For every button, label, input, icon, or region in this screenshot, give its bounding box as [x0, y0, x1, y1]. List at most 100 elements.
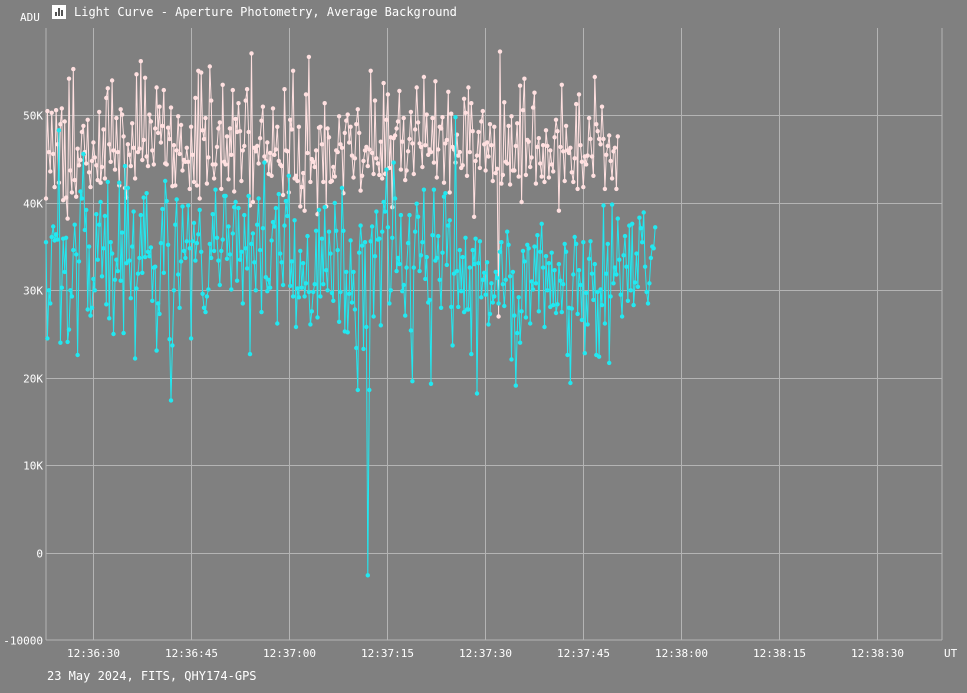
series-2-point	[311, 289, 316, 295]
x-tick-label: 12:37:45	[557, 647, 610, 660]
series-2-point	[644, 289, 649, 295]
series-1-point	[107, 142, 112, 147]
y-tick-label: 0	[36, 548, 43, 561]
series-1-point	[75, 146, 80, 151]
series-1-point	[440, 115, 445, 120]
series-1-point	[546, 175, 552, 180]
series-2-point	[46, 288, 52, 293]
series-1-point	[555, 129, 560, 134]
series-2-point	[78, 189, 83, 194]
series-2-point	[449, 304, 454, 310]
chart-icon[interactable]	[52, 5, 66, 19]
series-2-point	[249, 241, 254, 247]
series-1-point	[59, 106, 64, 111]
series-2-point	[130, 244, 135, 249]
series-1-point	[470, 129, 475, 134]
series-2-point	[382, 209, 388, 214]
series-2-point	[48, 301, 53, 306]
series-2-point	[328, 251, 333, 256]
series-1-point	[211, 176, 217, 181]
series-1-point	[463, 110, 468, 116]
series-1-point	[279, 163, 284, 169]
series-1-point	[230, 87, 235, 93]
series-2-point	[530, 287, 536, 292]
series-2-point	[111, 331, 116, 337]
series-2-point	[191, 220, 197, 226]
series-1-point	[232, 189, 237, 194]
series-2-point	[217, 282, 222, 288]
series-2-point	[483, 292, 488, 297]
series-2-point	[276, 191, 281, 197]
series-1-point	[378, 139, 383, 144]
series-2-point	[592, 261, 597, 267]
series-1-point	[381, 80, 386, 86]
series-2-point	[572, 234, 577, 240]
series-2-point	[555, 302, 560, 307]
series-1-point	[607, 133, 612, 138]
series-1-point	[562, 178, 567, 184]
y-axis-labels: 50K 40K 30K 20K 10K 0 -10000	[3, 110, 43, 648]
series-1-point	[52, 184, 57, 190]
series-2-point	[482, 270, 487, 275]
series-2-point	[480, 277, 485, 282]
series-1-point	[161, 87, 166, 93]
series-1-point	[536, 136, 541, 141]
series-2-point	[348, 238, 353, 243]
series-1-point	[288, 117, 293, 123]
series-2-point	[405, 240, 411, 246]
series-1-point	[186, 159, 191, 164]
x-axis-unit-label: UT	[944, 647, 958, 660]
series-2-point	[453, 115, 458, 120]
series-1-point	[217, 120, 222, 125]
series-2-point	[244, 266, 250, 271]
series-2-point	[440, 250, 445, 255]
series-2-point	[135, 271, 141, 276]
series-1-point	[332, 174, 337, 179]
series-2-point	[611, 281, 616, 286]
series-2-point	[184, 239, 189, 244]
series-2-point	[588, 239, 593, 244]
series-1-point	[473, 158, 478, 164]
series-2-point	[390, 235, 395, 240]
series-2-point	[397, 261, 402, 267]
series-2-point	[631, 302, 636, 308]
series-2-point	[477, 239, 483, 244]
series-2-point	[302, 294, 307, 299]
series-2-point	[538, 249, 543, 254]
series-1-point	[460, 163, 465, 168]
series-2-point	[334, 228, 339, 233]
series-2-point	[293, 324, 299, 330]
series-2-point	[55, 237, 60, 242]
series-1-point	[494, 166, 500, 171]
series-1-point	[289, 127, 294, 132]
series-2-point	[51, 224, 56, 229]
series-2-point	[395, 255, 401, 261]
series-1-point	[430, 115, 435, 121]
series-2-point	[619, 314, 625, 319]
series-2-point	[528, 321, 533, 326]
series-2-point	[164, 198, 169, 204]
series-2-point	[53, 232, 59, 237]
series-2-point	[273, 205, 279, 211]
series-1-point	[431, 160, 437, 165]
series-1-point	[457, 149, 462, 155]
series-2-point	[447, 218, 452, 223]
series-2-point	[305, 233, 310, 239]
series-1-point	[301, 170, 306, 176]
series-2-point	[505, 229, 510, 234]
series-1-point	[99, 164, 105, 170]
series-2-point	[653, 225, 658, 230]
series-1-point	[256, 161, 261, 166]
series-1-point	[374, 156, 379, 161]
series-2-point	[81, 151, 86, 157]
series-2-point	[484, 260, 490, 265]
series-2-point	[49, 234, 54, 240]
series-2-point	[154, 348, 159, 353]
series-2-point	[596, 354, 602, 359]
series-2-point	[200, 291, 205, 296]
series-2-point	[551, 302, 556, 308]
series-2-point	[115, 268, 121, 274]
series-2-point	[125, 185, 131, 191]
series-1-point	[299, 184, 304, 190]
series-1-point	[76, 163, 82, 168]
